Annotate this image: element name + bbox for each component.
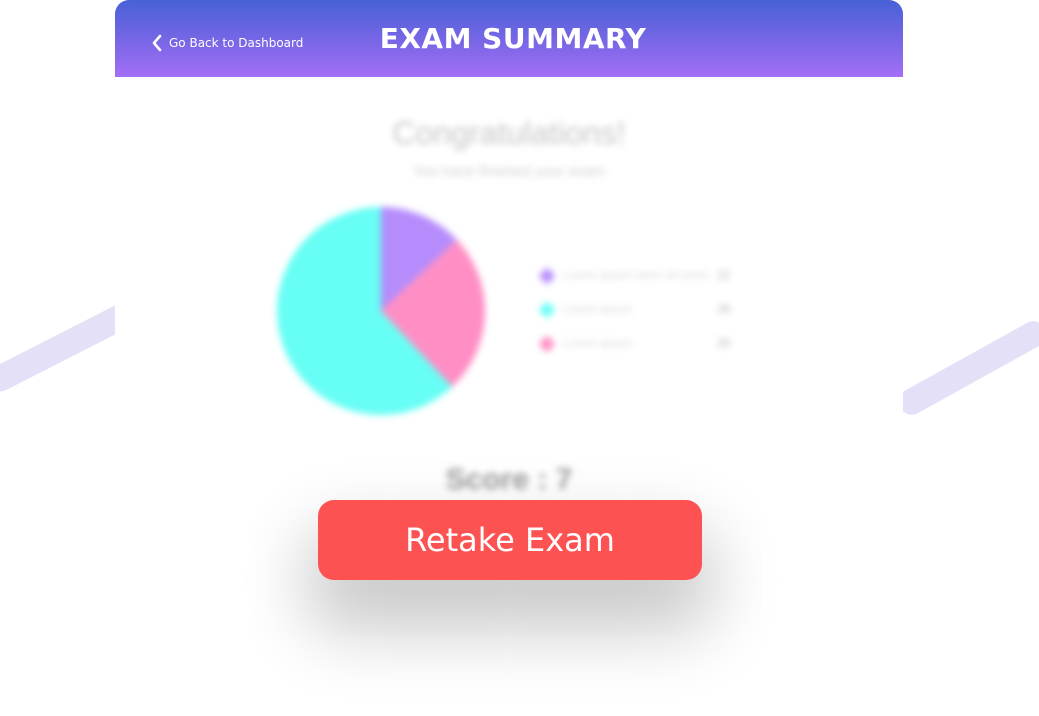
summary-content: Congratulations! You have finished your … [115,77,903,716]
score-label: Score : 7 [445,463,573,496]
congratulations-heading: Congratulations! [392,115,626,151]
legend-item: Lorem ipsum dolor sit amet 22 [535,265,755,285]
result-pie-chart [277,207,486,415]
legend-swatch [538,335,556,353]
legend-swatch [538,267,556,285]
legend-item: Lorem ipsum 28 [535,299,755,319]
summary-subtext: You have finished your exam [412,163,606,180]
back-link-label: Go Back to Dashboard [169,36,304,50]
decorative-bar-right [894,316,1039,420]
exam-summary-page: Go Back to Dashboard EXAM SUMMARY Congra… [0,0,1039,716]
page-title: EXAM SUMMARY [379,22,647,55]
legend-value: 22 [717,268,731,282]
legend-item: Lorem ipsum 26 [535,333,755,353]
legend-swatch [538,301,556,319]
legend-label: Lorem ipsum [563,302,633,316]
retake-exam-label: Retake Exam [405,521,615,559]
legend-label: Lorem ipsum [563,336,633,350]
chevron-left-icon [152,34,162,52]
card-header: Go Back to Dashboard EXAM SUMMARY [115,0,903,77]
legend-value: 26 [717,336,731,350]
retake-exam-button[interactable]: Retake Exam [318,500,702,580]
legend-label: Lorem ipsum dolor sit amet [563,268,708,282]
back-to-dashboard-link[interactable]: Go Back to Dashboard [151,30,303,56]
summary-card: Go Back to Dashboard EXAM SUMMARY Congra… [115,0,903,716]
legend-value: 28 [717,302,731,316]
